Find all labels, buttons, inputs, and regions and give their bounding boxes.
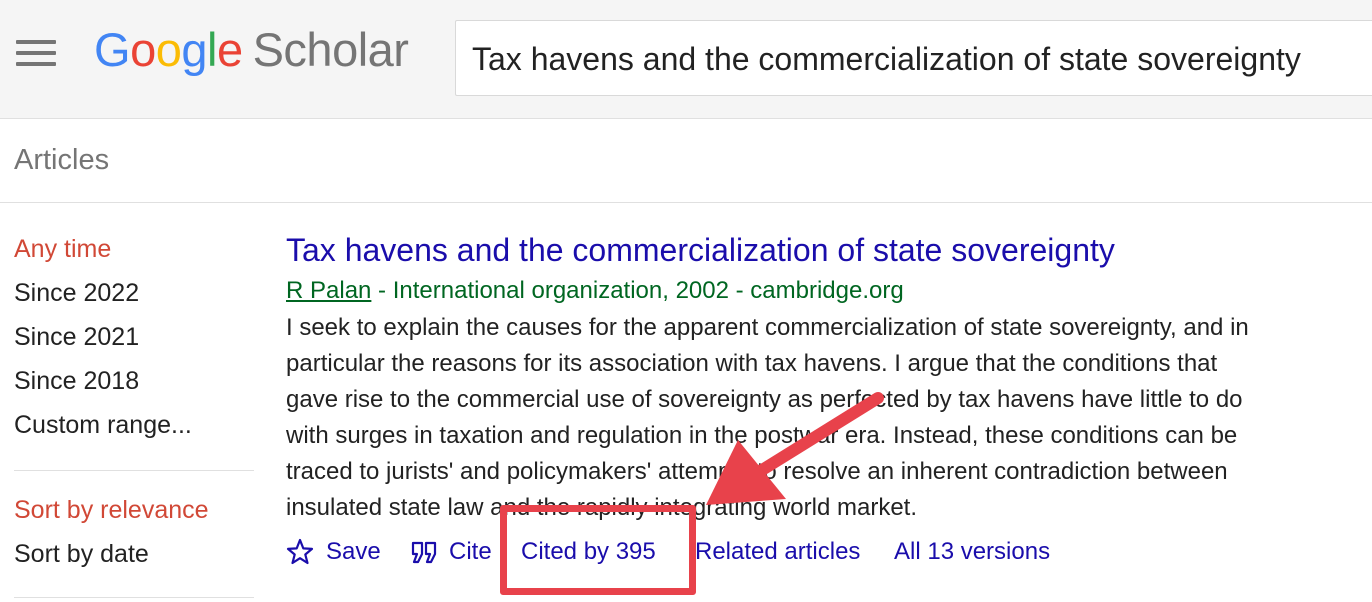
filter-custom-range[interactable]: Custom range... [14,408,254,452]
filter-since-2022[interactable]: Since 2022 [14,276,254,320]
author-link[interactable]: R Palan [286,277,371,304]
save-button[interactable]: Save [326,532,381,572]
sort-by-date[interactable]: Sort by date [14,537,254,581]
annotation-highlight-box [500,505,696,595]
snippet-line: I seek to explain the causes for the app… [286,314,1249,341]
snippet-line: with surges in taxation and regulation i… [286,422,1238,449]
snippet-line: traced to jurists' and policymakers' att… [286,458,1228,485]
sort-by-relevance[interactable]: Sort by relevance [14,493,254,537]
search-input[interactable] [472,21,1372,97]
filter-any-time[interactable]: Any time [14,232,254,276]
filter-since-2018[interactable]: Since 2018 [14,364,254,408]
cite-button[interactable]: Cite [449,532,492,572]
sidebar-divider [14,597,254,598]
snippet-line: insulated state law and the rapidly inte… [286,494,918,521]
result-snippet: I seek to explain the causes for the app… [286,310,1346,526]
all-versions-link[interactable]: All 13 versions [894,532,1050,572]
result-title-link[interactable]: Tax havens and the commercialization of … [286,228,1366,272]
quote-icon[interactable] [410,532,440,585]
related-articles-link[interactable]: Related articles [695,532,860,572]
sidebar-divider [14,470,254,471]
sidebar: Any time Since 2022 Since 2021 Since 201… [14,232,254,581]
divider [0,202,1372,203]
snippet-line: particular the reasons for its associati… [286,350,1218,377]
result-meta: R Palan - International organization, 20… [286,273,1366,309]
hamburger-menu-icon[interactable] [16,40,58,70]
search-box [455,20,1372,97]
section-title: Articles [14,144,110,176]
snippet-line: gave rise to the commercial use of sover… [286,386,1243,413]
result-source: - International organization, 2002 - cam… [371,277,904,304]
header-bar: Google Scholar [0,0,1372,119]
search-result: Tax havens and the commercialization of … [286,228,1366,565]
google-scholar-logo[interactable]: Google Scholar [94,22,409,77]
filter-since-2021[interactable]: Since 2021 [14,320,254,364]
star-outline-icon[interactable] [286,532,314,585]
